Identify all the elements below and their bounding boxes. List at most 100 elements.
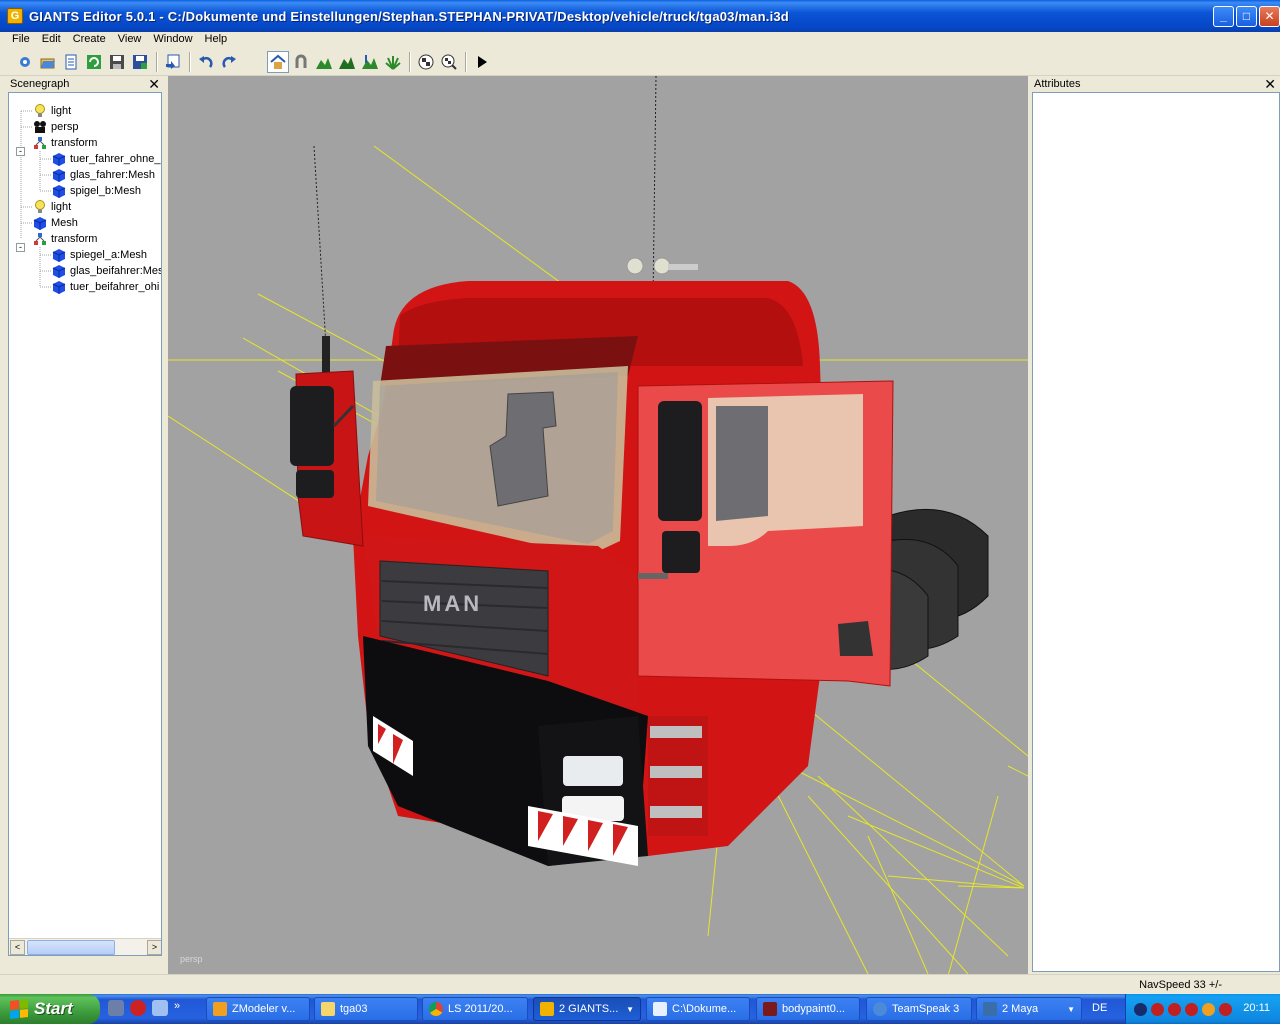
status-bar: NavSpeed 33 +/-	[0, 974, 1280, 994]
light-icon	[35, 200, 45, 213]
tree-node-transform[interactable]: transform	[33, 231, 97, 247]
import-icon	[166, 54, 180, 69]
checker-button[interactable]	[415, 51, 437, 73]
truck-scene: MAN	[168, 76, 1028, 974]
menu-create[interactable]: Create	[67, 32, 112, 48]
open-button[interactable]	[37, 51, 59, 73]
checker-zoom-icon	[441, 54, 457, 70]
mesh-icon	[52, 185, 66, 198]
maximize-button[interactable]: □	[1236, 6, 1257, 27]
mesh-icon	[33, 217, 47, 230]
attributes-panel: Attributes ✕	[1032, 76, 1280, 974]
menu-bar: File Edit Create View Window Help	[0, 32, 1280, 48]
quicklaunch-expander[interactable]: »	[174, 1000, 180, 1016]
tree-node-persp[interactable]: persp	[33, 119, 79, 135]
undo-button[interactable]	[195, 51, 217, 73]
import-button[interactable]	[162, 51, 184, 73]
scenegraph-close-button[interactable]: ✕	[148, 77, 162, 91]
menu-view[interactable]: View	[112, 32, 148, 48]
task-zmodeler[interactable]: ZModeler v...	[206, 997, 310, 1021]
tree-node-mesh[interactable]: spigel_b:Mesh	[52, 183, 141, 199]
task-giants[interactable]: 2 GIANTS... ▼	[533, 997, 641, 1021]
refresh-button[interactable]	[83, 51, 105, 73]
transform-expander[interactable]: -	[16, 147, 25, 156]
security-icon[interactable]	[1219, 1002, 1232, 1016]
transform-icon	[34, 137, 46, 149]
terrain-button[interactable]	[313, 51, 335, 73]
task-maya[interactable]: 2 Maya ▼	[976, 997, 1082, 1021]
home-icon	[270, 54, 286, 69]
task-tga03[interactable]: tga03	[314, 997, 418, 1021]
menu-file[interactable]: File	[6, 32, 36, 48]
security-icon[interactable]	[1168, 1002, 1181, 1016]
tree-node-mesh[interactable]: tuer_beifahrer_ohi	[52, 279, 159, 295]
properties-button[interactable]	[60, 51, 82, 73]
toolbar	[0, 48, 1280, 76]
giants-icon	[540, 1002, 554, 1016]
home-button[interactable]	[267, 50, 289, 73]
attributes-body	[1032, 92, 1280, 972]
notepad-icon	[653, 1002, 667, 1016]
clock[interactable]: 20:11	[1243, 1002, 1270, 1014]
task-teamspeak[interactable]: TeamSpeak 3	[866, 997, 972, 1021]
zmodeler-tray-icon[interactable]	[1202, 1002, 1215, 1016]
security-icon[interactable]	[1185, 1002, 1198, 1016]
menu-help[interactable]: Help	[199, 32, 234, 48]
show-desktop-icon[interactable]	[108, 1000, 124, 1016]
bodypaint-icon	[763, 1002, 777, 1016]
tree-node-label: light	[51, 105, 72, 117]
maya-icon	[983, 1002, 997, 1016]
security-icon[interactable]	[1151, 1002, 1164, 1016]
tree-node-mesh[interactable]: Mesh	[33, 215, 78, 231]
tree-node-label: persp	[51, 121, 79, 133]
chrome-icon	[429, 1002, 443, 1016]
task-bodypaint[interactable]: bodypaint0...	[756, 997, 860, 1021]
redo-button[interactable]	[218, 51, 240, 73]
attributes-close-button[interactable]: ✕	[1264, 77, 1278, 91]
transform-expander[interactable]: -	[16, 243, 25, 252]
close-button[interactable]: ✕	[1259, 6, 1280, 27]
tree-node-light[interactable]: light	[33, 103, 71, 119]
camera-label: persp	[180, 954, 203, 964]
terrain-paint-button[interactable]	[336, 51, 358, 73]
checker-zoom-button[interactable]	[438, 51, 460, 73]
scroll-thumb[interactable]	[27, 940, 115, 955]
new-button[interactable]	[14, 51, 36, 73]
tree-node-light[interactable]: light	[33, 199, 71, 215]
media-icon[interactable]	[130, 1000, 146, 1016]
language-indicator[interactable]: DE	[1092, 1002, 1107, 1014]
task-label: ZModeler v...	[232, 1003, 296, 1015]
scroll-right-button[interactable]: >	[147, 940, 161, 955]
save-button[interactable]	[106, 51, 128, 73]
tree-node-mesh[interactable]: tuer_fahrer_ohne_	[52, 151, 161, 167]
checker-icon	[418, 54, 434, 69]
play-button[interactable]	[471, 51, 493, 73]
foliage-button[interactable]	[382, 51, 404, 73]
task-ls2011[interactable]: LS 2011/20...	[422, 997, 528, 1021]
tree-node-mesh[interactable]: spiegel_a:Mesh	[52, 247, 147, 263]
navspeed-readout: NavSpeed 33 +/-	[1139, 979, 1222, 991]
network-icon[interactable]	[1134, 1002, 1147, 1016]
play-icon	[478, 55, 487, 68]
start-button[interactable]: Start	[0, 994, 100, 1024]
3d-viewport[interactable]: MAN persp	[168, 76, 1028, 974]
minimize-button[interactable]: _	[1213, 6, 1234, 27]
tree-node-label: tuer_fahrer_ohne_	[70, 153, 161, 165]
tree-node-label: transform	[51, 137, 98, 149]
group-dropdown-icon: ▼	[626, 1004, 634, 1014]
task-label: tga03	[340, 1003, 368, 1015]
magnet-button[interactable]	[290, 51, 312, 73]
save-as-button[interactable]	[129, 51, 151, 73]
scenegraph-panel: Scenegraph ✕ - - light persp transform t…	[8, 76, 164, 974]
browser-icon[interactable]	[152, 1000, 168, 1016]
tree-node-transform[interactable]: transform	[33, 135, 97, 151]
task-notepad[interactable]: C:\Dokume...	[646, 997, 750, 1021]
tree-node-mesh[interactable]: glas_fahrer:Mesh	[52, 167, 155, 183]
tree-node-mesh[interactable]: glas_beifahrer:Mes	[52, 263, 161, 279]
scenegraph-hscrollbar[interactable]: < >	[9, 938, 161, 955]
menu-edit[interactable]: Edit	[36, 32, 67, 48]
scroll-left-button[interactable]: <	[10, 940, 25, 955]
terrain-sculpt-button[interactable]	[359, 51, 381, 73]
menu-window[interactable]: Window	[147, 32, 198, 48]
giants-app-icon: G	[7, 8, 23, 24]
